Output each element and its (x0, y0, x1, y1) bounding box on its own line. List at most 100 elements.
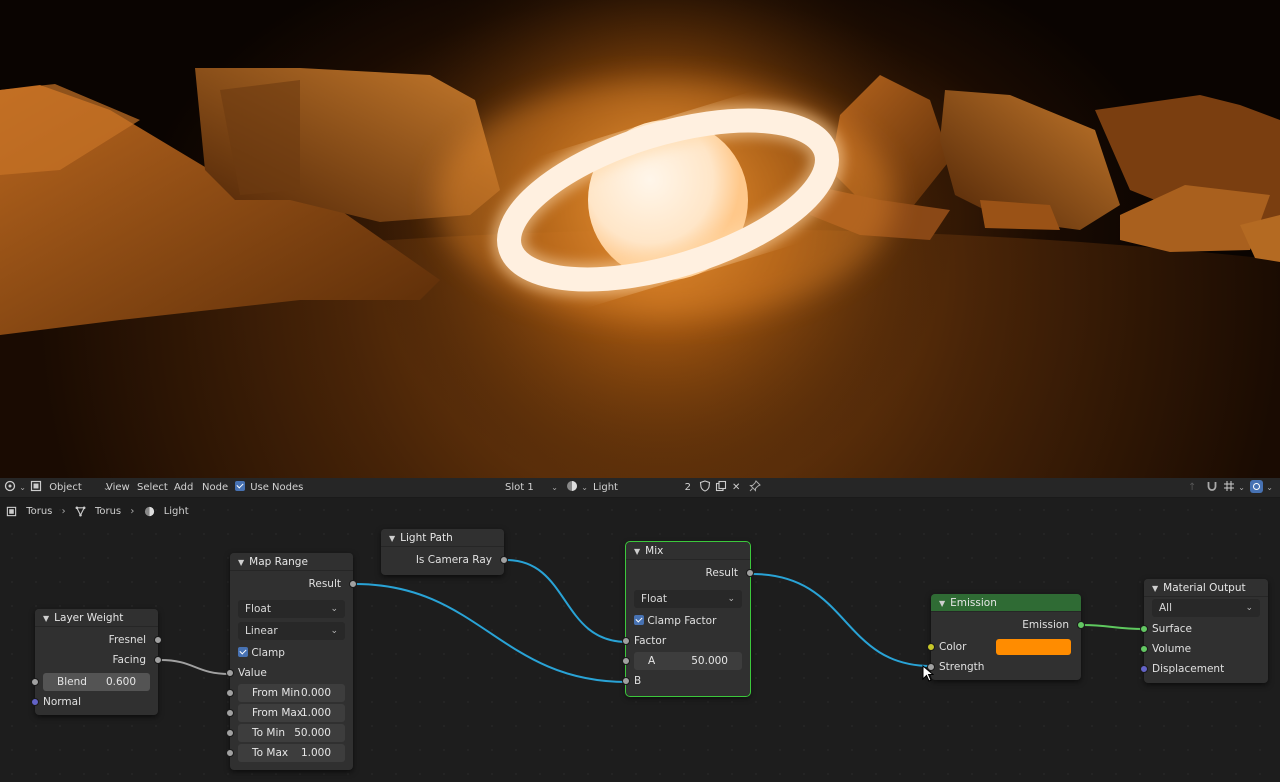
socket-label: Factor (634, 635, 667, 647)
input-socket[interactable] (31, 698, 39, 706)
input-socket[interactable] (226, 689, 234, 697)
color-swatch[interactable] (996, 639, 1071, 655)
node-title: Light Path (400, 532, 453, 544)
clamp-factor-checkbox[interactable]: Clamp Factor (634, 611, 716, 631)
input-socket[interactable] (226, 729, 234, 737)
data-type-dropdown[interactable]: Float ⌄ (238, 600, 345, 618)
output-socket[interactable] (154, 636, 162, 644)
dropdown-value: All (1159, 602, 1173, 614)
menu-select[interactable]: Select (137, 478, 168, 498)
a-field[interactable]: A 50.000 (634, 652, 742, 670)
node-header[interactable]: ▼ Layer Weight (35, 609, 158, 627)
fake-user-button[interactable] (699, 478, 711, 498)
data-type-dropdown[interactable]: Float ⌄ (634, 590, 742, 608)
checkbox-checked[interactable] (634, 615, 644, 625)
input-strength: Strength (927, 657, 1081, 677)
render-viewport[interactable] (0, 0, 1280, 478)
node-layer-weight[interactable]: ▼ Layer Weight Fresnel Facing Blend 0.600 … (31, 609, 162, 715)
output-socket[interactable] (746, 569, 754, 577)
target-dropdown[interactable]: All ⌄ (1152, 599, 1260, 617)
node-emission[interactable]: ▼ Emission Emission Color Strength (927, 594, 1085, 680)
input-socket[interactable] (1140, 645, 1148, 653)
node-header[interactable]: ▼ Emission (931, 594, 1081, 612)
from-min-field[interactable]: From Min 0.000 (238, 684, 345, 702)
slot-label: Slot 1 (505, 482, 534, 493)
node-title: Mix (645, 545, 664, 557)
material-browse-button[interactable]: ⌄ (566, 478, 588, 498)
chevron-down-icon[interactable]: ▼ (939, 595, 945, 613)
use-nodes-toggle[interactable]: Use Nodes (235, 478, 303, 498)
clamp-checkbox[interactable]: Clamp (238, 643, 285, 663)
node-header[interactable]: ▼ Light Path (381, 529, 504, 547)
node-title: Map Range (249, 556, 308, 568)
chevron-down-icon[interactable]: ▼ (43, 610, 49, 628)
to-max-field[interactable]: To Max 1.000 (238, 744, 345, 762)
input-socket[interactable] (226, 749, 234, 757)
link-result-to-b (354, 583, 628, 683)
from-max-field[interactable]: From Max 1.000 (238, 704, 345, 722)
overlay-icon (1250, 480, 1263, 493)
menu-node[interactable]: Node (202, 478, 228, 498)
overlays-toggle[interactable]: ⌄ (1250, 478, 1273, 498)
input-socket[interactable] (226, 669, 234, 677)
socket-label: Volume (1152, 643, 1192, 655)
snap-target-select[interactable]: ⌄ (1223, 478, 1245, 498)
output-socket[interactable] (349, 580, 357, 588)
material-name-field[interactable]: Light 2 (593, 478, 691, 498)
socket-label: Surface (1152, 623, 1193, 635)
editor-type-menu[interactable]: ⌄ (4, 478, 26, 498)
node-header[interactable]: ▼ Mix (626, 542, 750, 560)
slot-select[interactable]: Slot 1 ⌄ (500, 478, 560, 498)
menu-view[interactable]: View (106, 478, 130, 498)
input-socket[interactable] (622, 657, 630, 665)
output-socket[interactable] (154, 656, 162, 664)
interpolation-dropdown[interactable]: Linear ⌄ (238, 622, 345, 640)
shield-icon (699, 480, 711, 492)
pin-button[interactable] (749, 478, 761, 498)
chevron-down-icon[interactable]: ▼ (1152, 580, 1158, 598)
node-editor-header: ⌄ Object ⌄ View Select Add Node Use Node… (0, 478, 1280, 498)
chevron-down-icon[interactable]: ▼ (389, 530, 395, 548)
output-fresnel: Fresnel (35, 630, 162, 650)
socket-label: Color (939, 641, 967, 653)
node-map-range[interactable]: ▼ Map Range Result Float ⌄ Linear ⌄ Clamp V… (226, 553, 357, 770)
parent-node-tree-button[interactable]: ↑ (1188, 478, 1196, 498)
duplicate-material-button[interactable] (715, 478, 727, 498)
node-light-path[interactable]: ▼ Light Path Is Camera Ray (381, 529, 508, 575)
output-socket[interactable] (500, 556, 508, 564)
chevron-down-icon[interactable]: ▼ (238, 554, 244, 572)
input-socket[interactable] (622, 677, 630, 685)
output-socket[interactable] (1077, 621, 1085, 629)
menu-add[interactable]: Add (174, 478, 193, 498)
link-camera-ray-to-factor (505, 559, 628, 643)
material-sphere-icon (567, 481, 577, 491)
socket-label: Result (308, 578, 341, 590)
input-to-min: To Min 50.000 (226, 723, 353, 743)
blend-field[interactable]: Blend 0.600 (43, 673, 150, 691)
unlink-material-button[interactable]: ✕ (732, 478, 740, 498)
chevron-down-icon[interactable]: ▼ (634, 543, 640, 561)
node-header[interactable]: ▼ Material Output (1144, 579, 1268, 597)
input-socket[interactable] (1140, 625, 1148, 633)
input-socket[interactable] (226, 709, 234, 717)
node-header[interactable]: ▼ Map Range (230, 553, 353, 571)
data-type-row: Float ⌄ (230, 599, 353, 619)
node-material-output[interactable]: ▼ Material Output All ⌄ Surface Volume Dis… (1140, 579, 1268, 683)
input-socket[interactable] (31, 678, 39, 686)
to-min-field[interactable]: To Min 50.000 (238, 724, 345, 742)
checkbox-checked[interactable] (238, 647, 248, 657)
snap-toggle[interactable] (1206, 478, 1218, 498)
input-socket[interactable] (927, 643, 935, 651)
duplicate-icon (715, 480, 727, 492)
input-socket[interactable] (1140, 665, 1148, 673)
dropdown-value: Float (245, 603, 271, 615)
use-nodes-checkbox[interactable] (235, 481, 245, 491)
input-socket[interactable] (622, 637, 630, 645)
link-emission-to-surface (1081, 624, 1145, 630)
node-mix[interactable]: ▼ Mix Result Float ⌄ Clamp Factor Factor A… (622, 541, 754, 697)
field-value: 0.000 (300, 687, 331, 699)
node-editor-canvas[interactable]: Torus › Torus › Light ▼ Layer Weight Fres… (0, 498, 1280, 782)
input-value: Value (226, 663, 353, 683)
shader-type-select[interactable]: Object ⌄ (30, 478, 110, 498)
input-factor: Factor (622, 631, 750, 651)
